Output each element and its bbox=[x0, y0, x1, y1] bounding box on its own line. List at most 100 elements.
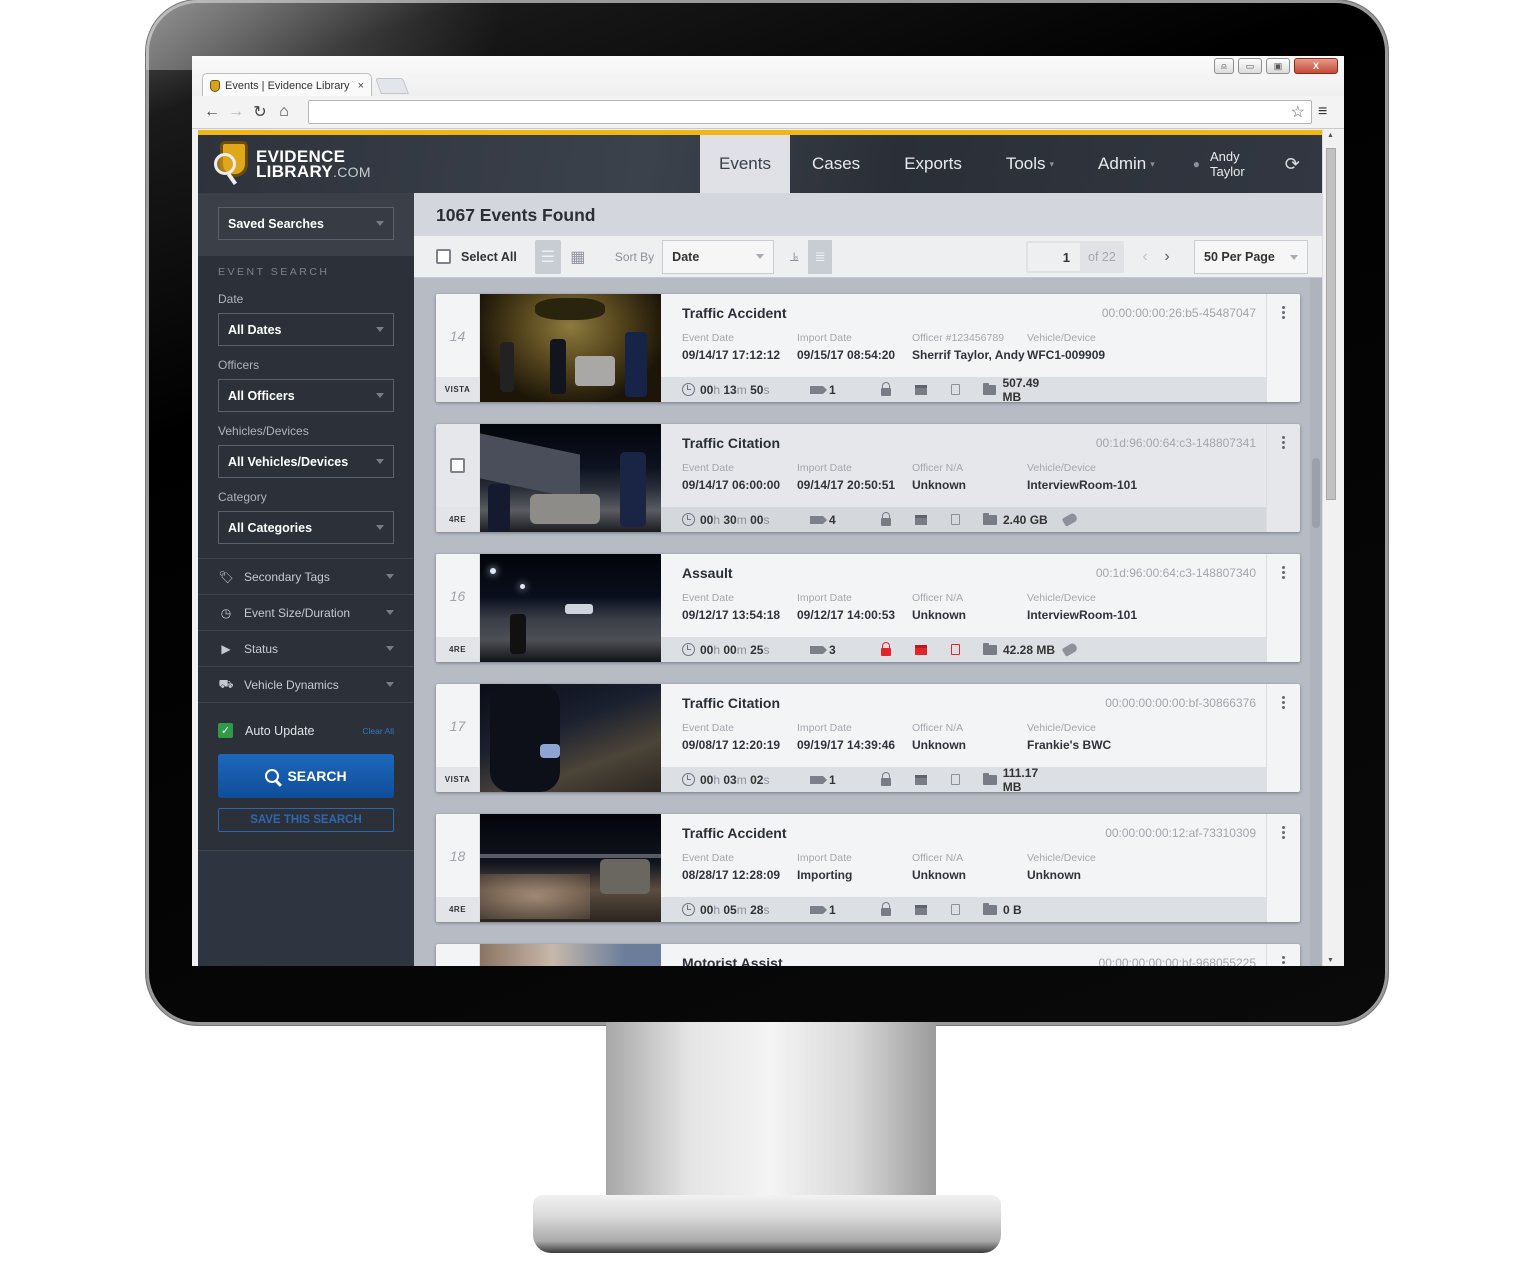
delete-button[interactable] bbox=[938, 904, 973, 915]
tab-close-icon[interactable]: × bbox=[358, 80, 364, 92]
delete-button[interactable] bbox=[938, 384, 973, 395]
page-number-input[interactable] bbox=[1028, 243, 1080, 271]
home-button[interactable]: ⌂ bbox=[272, 103, 296, 121]
event-card[interactable]: Motorist Assist 00:00:00:00:00:bf-968055… bbox=[436, 944, 1300, 966]
sort-by-select[interactable]: Date bbox=[662, 239, 775, 274]
address-input[interactable] bbox=[309, 101, 1311, 123]
logo[interactable]: EVIDENCE LIBRARY.COM bbox=[214, 141, 371, 187]
forward-button[interactable]: → bbox=[224, 103, 248, 121]
reload-button[interactable]: ↻ bbox=[248, 102, 272, 122]
back-button[interactable]: ← bbox=[200, 103, 224, 121]
event-card[interactable]: 14 VISTA Traffic Accident 00:00:00:00:26… bbox=[436, 294, 1300, 402]
minimize-button[interactable]: ▭ bbox=[1238, 58, 1262, 74]
tag-icon[interactable] bbox=[1061, 512, 1079, 527]
vehicles-select[interactable]: All Vehicles/Devices bbox=[218, 445, 394, 478]
nav-cases[interactable]: Cases bbox=[790, 135, 882, 193]
lock-button[interactable] bbox=[868, 772, 903, 786]
event-card[interactable]: 18 4RE Traffic Accident 00:00:00:00:12:a… bbox=[436, 814, 1300, 922]
more-options-icon[interactable] bbox=[1266, 424, 1300, 532]
more-options-icon[interactable] bbox=[1266, 294, 1300, 402]
event-thumbnail[interactable] bbox=[480, 294, 661, 402]
more-options-icon[interactable] bbox=[1266, 944, 1300, 966]
auto-update-checkbox[interactable]: ✓ bbox=[218, 723, 233, 738]
category-select[interactable]: All Categories bbox=[218, 511, 394, 544]
results-count: 1067 Events Found bbox=[436, 205, 596, 225]
lock-icon bbox=[880, 772, 891, 786]
user-menu[interactable]: ● Andy Taylor bbox=[1177, 135, 1261, 193]
video-camera-icon bbox=[810, 645, 823, 654]
officers-select[interactable]: All Officers bbox=[218, 379, 394, 412]
save-search-button[interactable]: SAVE THIS SEARCH bbox=[218, 808, 394, 832]
chevron-down-icon bbox=[756, 254, 765, 259]
delete-button[interactable] bbox=[938, 644, 973, 655]
delete-button[interactable] bbox=[938, 514, 973, 525]
lock-button[interactable] bbox=[868, 382, 903, 396]
event-checkbox[interactable] bbox=[450, 458, 465, 473]
browser-menu-icon[interactable]: ≡ bbox=[1318, 103, 1327, 121]
accordion-status[interactable]: ▶ Status bbox=[198, 630, 414, 666]
more-options-icon[interactable] bbox=[1266, 684, 1300, 792]
date-select[interactable]: All Dates bbox=[218, 313, 394, 346]
new-tab-button[interactable] bbox=[375, 78, 409, 94]
lock-button[interactable] bbox=[868, 902, 903, 916]
lock-button[interactable] bbox=[868, 642, 903, 656]
event-thumbnail[interactable] bbox=[480, 814, 661, 922]
browser-tabstrip: Events | Evidence Library \ × ⍝ ▭ ▣ X bbox=[192, 56, 1344, 97]
nav-admin[interactable]: Admin ▾ bbox=[1076, 135, 1177, 193]
event-thumbnail[interactable] bbox=[480, 944, 661, 966]
event-details: Traffic Citation 00:00:00:00:00:bf-30866… bbox=[661, 684, 1266, 792]
list-scrollbar[interactable] bbox=[1310, 278, 1322, 966]
prev-page-button[interactable]: ‹ bbox=[1134, 248, 1156, 266]
saved-searches-select[interactable]: Saved Searches bbox=[218, 207, 394, 240]
event-card[interactable]: 16 4RE Assault 00:1d:96:00:64:c3-1488073… bbox=[436, 554, 1300, 662]
nav-exports[interactable]: Exports bbox=[882, 135, 984, 193]
next-page-button[interactable]: › bbox=[1156, 248, 1178, 266]
archive-button[interactable] bbox=[903, 644, 938, 655]
grid-view-button[interactable]: ▦ bbox=[565, 240, 591, 274]
event-thumbnail[interactable] bbox=[480, 554, 661, 662]
profile-button[interactable]: ⍝ bbox=[1214, 58, 1234, 74]
tag-icon[interactable] bbox=[1061, 642, 1079, 657]
lock-button[interactable] bbox=[868, 512, 903, 526]
page-scrollbar-thumb[interactable] bbox=[1326, 148, 1336, 500]
event-card[interactable]: 4RE Traffic Citation 00:1d:96:00:64:c3-1… bbox=[436, 424, 1300, 532]
nav-tools[interactable]: Tools ▾ bbox=[984, 135, 1076, 193]
more-options-icon[interactable] bbox=[1266, 554, 1300, 662]
sort-descending-button[interactable]: ≣ bbox=[808, 239, 833, 274]
nav-events[interactable]: Events bbox=[700, 135, 790, 193]
scroll-down-icon[interactable]: ▼ bbox=[1327, 957, 1334, 964]
accordion-event-size-duration[interactable]: ◷ Event Size/Duration bbox=[198, 594, 414, 630]
archive-button[interactable] bbox=[903, 514, 938, 525]
logo-text: EVIDENCE LIBRARY.COM bbox=[256, 146, 371, 181]
bookmark-star-icon[interactable]: ☆ bbox=[1291, 102, 1305, 122]
accordion-vehicle-dynamics[interactable]: ⛟ Vehicle Dynamics bbox=[198, 666, 414, 702]
scroll-up-icon[interactable]: ▲ bbox=[1327, 132, 1334, 139]
sort-ascending-button[interactable]: ⫡ bbox=[782, 240, 806, 274]
browser-tab-events[interactable]: Events | Evidence Library \ × bbox=[202, 73, 372, 97]
auto-update-label: Auto Update bbox=[245, 723, 315, 738]
event-card[interactable]: 17 VISTA Traffic Citation 00:00:00:00:00… bbox=[436, 684, 1300, 792]
close-window-button[interactable]: X bbox=[1294, 58, 1338, 74]
event-left-column: 4RE bbox=[436, 424, 480, 532]
per-page-select[interactable]: 50 Per Page bbox=[1194, 240, 1308, 274]
search-button[interactable]: SEARCH bbox=[218, 754, 394, 798]
accordion-secondary-tags[interactable]: 🏷 Secondary Tags bbox=[198, 558, 414, 594]
archive-button[interactable] bbox=[903, 904, 938, 915]
chevron-down-icon bbox=[376, 221, 384, 226]
select-all-checkbox[interactable] bbox=[436, 249, 451, 264]
list-view-button[interactable]: ☰ bbox=[534, 239, 561, 274]
logout-button[interactable]: ⟳ bbox=[1261, 135, 1324, 193]
clear-all-link[interactable]: Clear All bbox=[362, 726, 394, 736]
page-scrollbar[interactable]: ▲ ▼ bbox=[1322, 130, 1338, 966]
chevron-down-icon bbox=[376, 327, 384, 332]
maximize-button[interactable]: ▣ bbox=[1266, 58, 1290, 74]
archive-button[interactable] bbox=[903, 774, 938, 785]
address-bar[interactable]: ☆ bbox=[308, 100, 1312, 124]
event-thumbnail[interactable] bbox=[480, 684, 661, 792]
more-options-icon[interactable] bbox=[1266, 814, 1300, 922]
list-scrollbar-thumb[interactable] bbox=[1312, 458, 1320, 528]
delete-button[interactable] bbox=[938, 774, 973, 785]
event-thumbnail[interactable] bbox=[480, 424, 661, 532]
select-all[interactable]: Select All bbox=[436, 249, 517, 264]
archive-button[interactable] bbox=[903, 384, 938, 395]
